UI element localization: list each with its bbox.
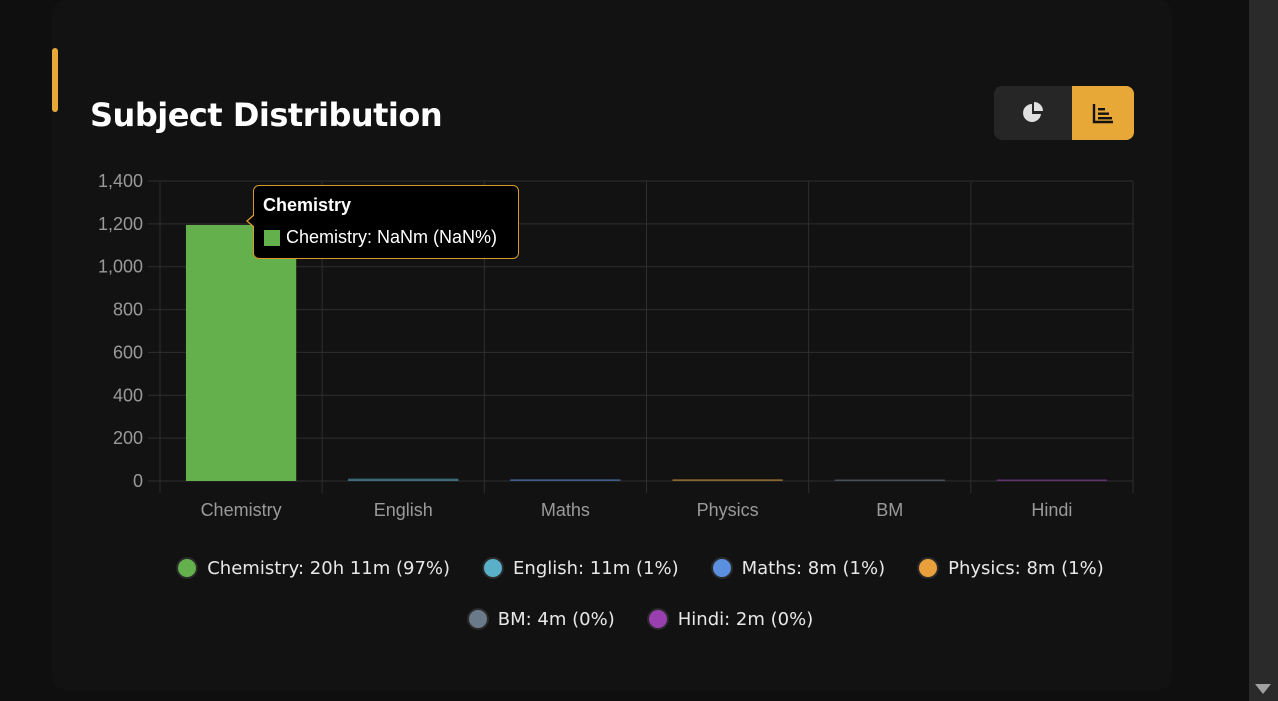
legend-dot [917,557,940,579]
y-tick-label: 1,400 [98,171,143,191]
y-tick-label: 200 [113,428,143,448]
legend-label: Maths: 8m (1%) [741,557,886,579]
legend-label: English: 11m (1%) [513,557,679,579]
bar-maths [510,479,621,481]
chart-legend: Chemistry: 20h 11m (97%) English: 11m (1… [160,548,1120,650]
legend-label: Physics: 8m (1%) [948,557,1104,579]
bar-chemistry [185,224,297,481]
bar-english [348,478,459,481]
legend-dot [176,557,199,579]
y-tick-label: 0 [133,471,143,491]
tooltip-title: Chemistry [263,195,352,215]
x-tick-label: Maths [541,500,590,520]
tooltip-swatch [264,229,280,246]
legend-item-english[interactable]: English: 11m (1%) [482,557,679,579]
legend-dot [710,557,733,579]
legend-label: BM: 4m (0%) [497,608,615,630]
legend-dot [466,608,489,630]
x-tick-label: Physics [697,500,759,520]
y-tick-label: 1,000 [98,257,143,277]
legend-row: Chemistry: 20h 11m (97%) English: 11m (1… [160,548,1120,588]
legend-item-bm[interactable]: BM: 4m (0%) [466,608,615,630]
y-tick-label: 1,200 [98,214,143,234]
x-tick-label: Chemistry [201,500,282,520]
legend-dot [482,557,505,579]
legend-label: Chemistry: 20h 11m (97%) [207,557,451,579]
legend-item-hindi[interactable]: Hindi: 2m (0%) [646,608,814,630]
bar-physics [672,479,783,481]
tooltip-body: Chemistry: NaNm (NaN%) [264,227,497,248]
y-tick-label: 600 [113,342,143,362]
legend-label: Hindi: 2m (0%) [677,608,814,630]
legend-row: BM: 4m (0%) Hindi: 2m (0%) [160,599,1120,639]
x-tick-label: BM [876,500,903,520]
bar-bm [834,479,945,481]
legend-item-physics[interactable]: Physics: 8m (1%) [917,557,1104,579]
chart-tooltip: Chemistry Chemistry: NaNm (NaN%) [246,185,519,259]
tooltip-text: Chemistry: NaNm (NaN%) [286,227,498,247]
y-tick-label: 800 [113,300,143,320]
x-tick-label: English [374,500,433,520]
bar-hindi [996,479,1108,481]
legend-item-maths[interactable]: Maths: 8m (1%) [710,557,886,579]
x-tick-label: Hindi [1031,500,1072,520]
legend-item-chemistry[interactable]: Chemistry: 20h 11m (97%) [176,557,450,579]
y-tick-label: 400 [113,385,143,405]
legend-dot [646,608,669,630]
scroll-down-arrow-icon[interactable] [1255,684,1271,694]
scrollbar[interactable] [1249,0,1278,701]
